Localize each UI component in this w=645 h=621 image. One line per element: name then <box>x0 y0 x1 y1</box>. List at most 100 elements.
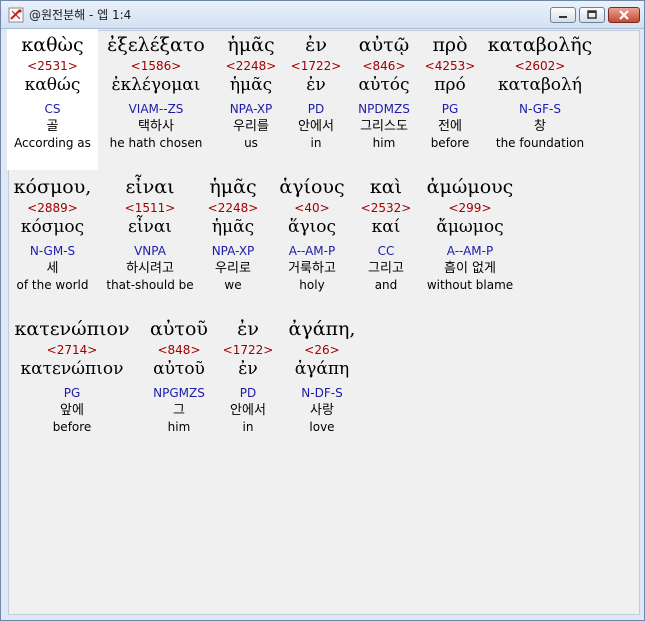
strong-number: <2248> <box>225 59 277 73</box>
word-card[interactable]: καθὼς <2531> καθώς CS 골 According as <box>7 33 98 150</box>
strong-number: <848> <box>157 343 201 357</box>
word-card[interactable]: αὐτῷ <846> αὐτός NPDMZS 그리스도 him <box>348 33 420 150</box>
korean-gloss: 우리를 <box>233 119 269 134</box>
english-gloss: he hath chosen <box>109 136 203 150</box>
word-card[interactable]: κατενώπιον <2714> κατενώπιον PG 앞에 befor… <box>7 317 137 434</box>
lemma: ἀγάπη <box>294 359 350 379</box>
greek-word: ἡμᾶς <box>227 34 275 56</box>
word-card[interactable]: ἐξελέξατο <1586> ἐκλέγομαι VIAM--ZS 택하사 … <box>98 33 214 150</box>
app-icon <box>8 7 24 23</box>
lemma: ἐκλέγομαι <box>111 75 201 95</box>
strong-number: <1722> <box>222 343 274 357</box>
korean-gloss: 안에서 <box>230 403 266 418</box>
parsing-code: PD <box>307 102 325 116</box>
lemma: κόσμος <box>20 217 85 237</box>
strong-number: <2248> <box>207 201 259 215</box>
parsing-code: PG <box>441 102 459 116</box>
greek-word: πρὸ <box>432 34 468 56</box>
lemma: ἄμωμος <box>436 217 504 237</box>
word-card[interactable]: ἁγίους <40> ἅγιος A--AM-P 거룩하고 holy <box>272 175 352 292</box>
close-button[interactable] <box>608 7 640 23</box>
korean-gloss: 그 <box>173 403 185 418</box>
greek-word: καὶ <box>369 176 403 198</box>
korean-gloss: 세 <box>46 261 59 276</box>
parsing-code: N-GM-S <box>29 244 76 258</box>
lemma: καθώς <box>24 75 81 95</box>
word-card[interactable]: πρὸ <4253> πρό PG 전에 before <box>422 33 478 150</box>
parsing-code: PD <box>239 386 257 400</box>
english-gloss: love <box>309 420 335 434</box>
parsing-code: A--AM-P <box>288 244 336 258</box>
english-gloss: that-should be <box>106 278 194 292</box>
window-title: @원전분해 - 엡 1:4 <box>29 8 132 22</box>
word-card[interactable]: ἀγάπη, <26> ἀγάπη N-DF-S 사랑 love <box>282 317 362 434</box>
parsing-code: NPA-XP <box>229 102 273 116</box>
word-card[interactable]: αὐτοῦ <848> αὐτοῦ NPGMZS 그 him <box>142 317 216 434</box>
parsing-code: PG <box>63 386 81 400</box>
strong-number: <846> <box>362 59 406 73</box>
word-card[interactable]: ἡμᾶς <2248> ἡμᾶς NPA-XP 우리를 us <box>218 33 284 150</box>
korean-gloss: 안에서 <box>298 119 334 134</box>
maximize-icon <box>587 10 597 19</box>
strong-number: <2889> <box>27 201 78 215</box>
word-card[interactable]: ἀμώμους <299> ἄμωμος A--AM-P 흠이 없게 witho… <box>418 175 522 292</box>
english-gloss: in <box>310 136 322 150</box>
lemma: καταβολή <box>497 75 582 95</box>
parsing-code: N-DF-S <box>301 386 343 400</box>
korean-gloss: 흠이 없게 <box>444 261 496 276</box>
korean-gloss: 골 <box>46 119 59 134</box>
lemma: καί <box>371 217 401 237</box>
korean-gloss: 그리스도 <box>360 119 408 134</box>
lemma: ἐν <box>238 359 258 379</box>
word-card[interactable]: καὶ <2532> καί CC 그리고 and <box>356 175 416 292</box>
maximize-button[interactable] <box>579 7 605 23</box>
greek-word: ἐν <box>305 34 327 56</box>
parsing-code: N-GF-S <box>519 102 561 116</box>
korean-gloss: 그리고 <box>368 261 404 276</box>
title-bar[interactable]: @원전분해 - 엡 1:4 <box>1 1 644 29</box>
english-gloss: and <box>374 278 398 292</box>
korean-gloss: 창 <box>534 119 546 134</box>
parsing-code: NPGMZS <box>153 386 205 400</box>
strong-number: <40> <box>294 201 330 215</box>
lemma: ἅγιος <box>287 217 337 237</box>
english-gloss: holy <box>299 278 325 292</box>
strong-number: <4253> <box>424 59 476 73</box>
lemma: ἡμᾶς <box>229 75 273 95</box>
word-card[interactable]: ἐν <1722> ἐν PD 안에서 in <box>220 317 276 434</box>
lemma: ἐν <box>306 75 326 95</box>
lemma: πρό <box>434 75 466 95</box>
english-gloss: him <box>167 420 191 434</box>
greek-word: αὐτῷ <box>358 34 410 56</box>
strong-number: <26> <box>304 343 340 357</box>
strong-number: <2531> <box>27 59 78 73</box>
word-card[interactable]: εἶναι <1511> εἶναι VNPA 하시려고 that-should… <box>100 175 200 292</box>
close-icon <box>619 10 629 20</box>
parsing-code: CS <box>44 102 61 116</box>
greek-word: ἐν <box>237 318 259 340</box>
korean-gloss: 택하사 <box>138 119 174 134</box>
word-card[interactable]: καταβολῆς <2602> καταβολή N-GF-S 창 the f… <box>482 33 598 150</box>
greek-word: καθὼς <box>21 34 84 56</box>
parsing-code: VIAM--ZS <box>128 102 184 116</box>
parsing-code: CC <box>377 244 395 258</box>
english-gloss: without blame <box>426 278 514 292</box>
strong-number: <1511> <box>124 201 176 215</box>
lemma: αὐτοῦ <box>153 359 205 379</box>
parsing-code: NPA-XP <box>211 244 255 258</box>
english-gloss: before <box>52 420 92 434</box>
word-card[interactable]: ἡμᾶς <2248> ἡμᾶς NPA-XP 우리로 we <box>200 175 266 292</box>
korean-gloss: 전에 <box>438 119 462 134</box>
korean-gloss: 사랑 <box>310 403 334 418</box>
lemma: εἶναι <box>128 217 172 237</box>
greek-word: κόσμου, <box>13 176 92 198</box>
greek-word: εἶναι <box>125 176 175 198</box>
minimize-button[interactable] <box>550 7 576 23</box>
word-card[interactable]: ἐν <1722> ἐν PD 안에서 in <box>288 33 344 150</box>
lemma: αὐτός <box>358 75 410 95</box>
strong-number: <2532> <box>360 201 412 215</box>
word-card[interactable]: κόσμου, <2889> κόσμος N-GM-S 세 of the wo… <box>7 175 98 292</box>
korean-gloss: 우리로 <box>215 261 251 276</box>
parsing-code: VNPA <box>134 244 166 258</box>
korean-gloss: 하시려고 <box>126 261 174 276</box>
